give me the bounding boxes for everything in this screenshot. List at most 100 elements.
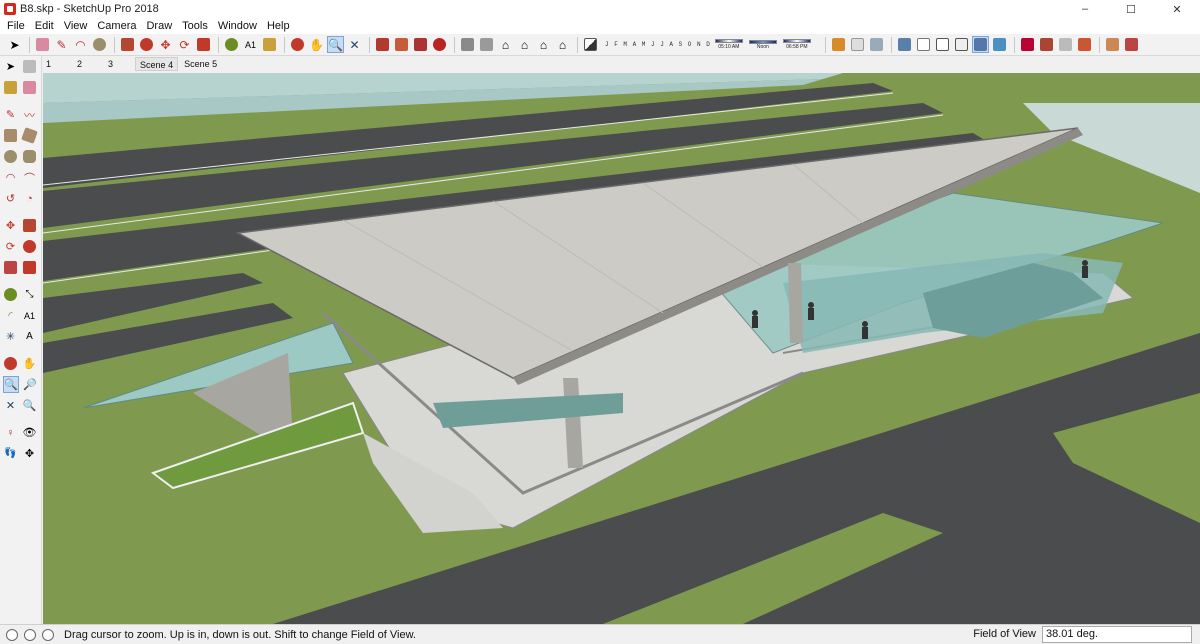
zoom-extents-left[interactable]: ✕: [3, 397, 18, 414]
measurements-box[interactable]: 38.01 deg.: [1042, 626, 1192, 643]
orbit-left[interactable]: [3, 355, 18, 372]
circle-left[interactable]: [3, 148, 18, 165]
layout-button[interactable]: [1104, 36, 1121, 53]
view-right-button[interactable]: ⌂: [516, 36, 533, 53]
freehand-left[interactable]: 〰: [22, 106, 37, 123]
menu-view[interactable]: View: [59, 20, 93, 32]
extension-warehouse-button[interactable]: [412, 36, 429, 53]
paint-bucket-button[interactable]: [261, 36, 278, 53]
menu-help[interactable]: Help: [262, 20, 295, 32]
look-around-left[interactable]: 👁: [22, 424, 37, 441]
line-left[interactable]: ✎: [3, 106, 18, 123]
3d-warehouse-button[interactable]: [374, 36, 391, 53]
scene-tab-2[interactable]: 2: [73, 57, 86, 71]
scale-left[interactable]: [3, 259, 18, 276]
rotate-left[interactable]: ⟳: [3, 238, 18, 255]
menu-tools[interactable]: Tools: [177, 20, 213, 32]
style-builder-button[interactable]: [1123, 36, 1140, 53]
credits-icon[interactable]: [24, 628, 36, 641]
previous-view-left[interactable]: 🔍: [22, 397, 37, 414]
materials-button[interactable]: [1057, 36, 1074, 53]
shadow-month-slider[interactable]: J F M A M J J A S O N D: [605, 41, 711, 48]
eraser-left[interactable]: [22, 79, 37, 96]
view-front-button[interactable]: ⌂: [497, 36, 514, 53]
protractor-left[interactable]: ◜: [3, 307, 18, 324]
two-point-arc-left[interactable]: ⌒: [22, 169, 37, 186]
offset-left[interactable]: [22, 259, 37, 276]
section-plane-left[interactable]: ✥: [22, 445, 37, 462]
make-component-button[interactable]: [22, 58, 37, 75]
model-viewport[interactable]: [43, 73, 1200, 624]
pan-left[interactable]: ✋: [22, 355, 37, 372]
shaded-button[interactable]: [971, 36, 989, 53]
menu-window[interactable]: Window: [213, 20, 262, 32]
line-tool-button[interactable]: ✎: [53, 36, 70, 53]
rotate-tool-button[interactable]: ⟳: [176, 36, 193, 53]
scene-tab-1[interactable]: 1: [42, 57, 55, 71]
pan-tool-button[interactable]: ✋: [308, 36, 325, 53]
minimize-button[interactable]: –: [1062, 0, 1108, 18]
zoom-left[interactable]: 🔍: [3, 376, 19, 393]
menu-edit[interactable]: Edit: [30, 20, 59, 32]
view-top-button[interactable]: [478, 36, 495, 53]
arc-left[interactable]: ◠: [3, 169, 18, 186]
move-left[interactable]: ✥: [3, 217, 18, 234]
polygon-left[interactable]: [22, 148, 37, 165]
maximize-button[interactable]: ☐: [1108, 0, 1154, 18]
zoom-window-left[interactable]: 🔎: [23, 376, 37, 393]
text-left[interactable]: A1: [22, 307, 37, 324]
position-camera-left[interactable]: ♀: [3, 424, 18, 441]
display-section-button[interactable]: [849, 36, 866, 53]
axes-left[interactable]: ✳: [3, 328, 18, 345]
orbit-tool-button[interactable]: [289, 36, 306, 53]
shaded-textures-button[interactable]: [991, 36, 1008, 53]
zoom-tool-button[interactable]: 🔍: [327, 36, 344, 53]
view-left-button[interactable]: ⌂: [554, 36, 571, 53]
geo-location-icon[interactable]: [6, 628, 18, 641]
tape-measure-button[interactable]: [223, 36, 240, 53]
walk-left[interactable]: 👣: [3, 445, 18, 462]
section-plane-button[interactable]: [830, 36, 847, 53]
close-button[interactable]: ✕: [1154, 0, 1200, 18]
components-button[interactable]: [1038, 36, 1055, 53]
dimension-tool-button[interactable]: A1: [242, 36, 259, 53]
pie-left[interactable]: ◔: [22, 190, 37, 207]
shape-tool-button[interactable]: [91, 36, 108, 53]
styles-button[interactable]: [1076, 36, 1093, 53]
menu-camera[interactable]: Camera: [92, 20, 141, 32]
shadows-toggle-button[interactable]: [582, 36, 599, 53]
push-pull-left[interactable]: [22, 217, 37, 234]
back-edges-button[interactable]: [915, 36, 932, 53]
select-tool-left[interactable]: ➤: [3, 58, 18, 75]
paint-bucket-left[interactable]: [3, 79, 18, 96]
scene-tab-4[interactable]: Scene 4: [135, 57, 179, 71]
sun-time-slider[interactable]: Noon: [748, 39, 777, 50]
view-iso-button[interactable]: [459, 36, 476, 53]
follow-me-button[interactable]: [138, 36, 155, 53]
zoom-extents-button[interactable]: ✕: [346, 36, 363, 53]
select-tool-button[interactable]: ➤: [6, 36, 23, 53]
section-cut-button[interactable]: [868, 36, 885, 53]
move-tool-button[interactable]: ✥: [157, 36, 174, 53]
scene-tab-5[interactable]: Scene 5: [180, 57, 221, 71]
arc-tool-button[interactable]: ◠: [72, 36, 89, 53]
view-back-button[interactable]: ⌂: [535, 36, 552, 53]
share-component-button[interactable]: [393, 36, 410, 53]
extension-manager-button[interactable]: [431, 36, 448, 53]
rectangle-left[interactable]: [3, 127, 18, 144]
model-info-button[interactable]: [1019, 36, 1036, 53]
shadow-time-slider[interactable]: 05:10 AM: [714, 39, 743, 50]
hidden-line-button[interactable]: [953, 36, 970, 53]
follow-me-left[interactable]: [22, 238, 37, 255]
wireframe-button[interactable]: [934, 36, 951, 53]
push-pull-button[interactable]: [119, 36, 136, 53]
scene-tab-3[interactable]: 3: [104, 57, 117, 71]
three-point-arc-left[interactable]: ↺: [3, 190, 18, 207]
eraser-tool-button[interactable]: [34, 36, 51, 53]
dimension-left[interactable]: ⤡: [22, 286, 37, 303]
tape-left[interactable]: [3, 286, 18, 303]
offset-tool-button[interactable]: [195, 36, 212, 53]
xray-style-button[interactable]: [896, 36, 913, 53]
rotated-rectangle-left[interactable]: [21, 127, 38, 144]
menu-file[interactable]: File: [2, 20, 30, 32]
